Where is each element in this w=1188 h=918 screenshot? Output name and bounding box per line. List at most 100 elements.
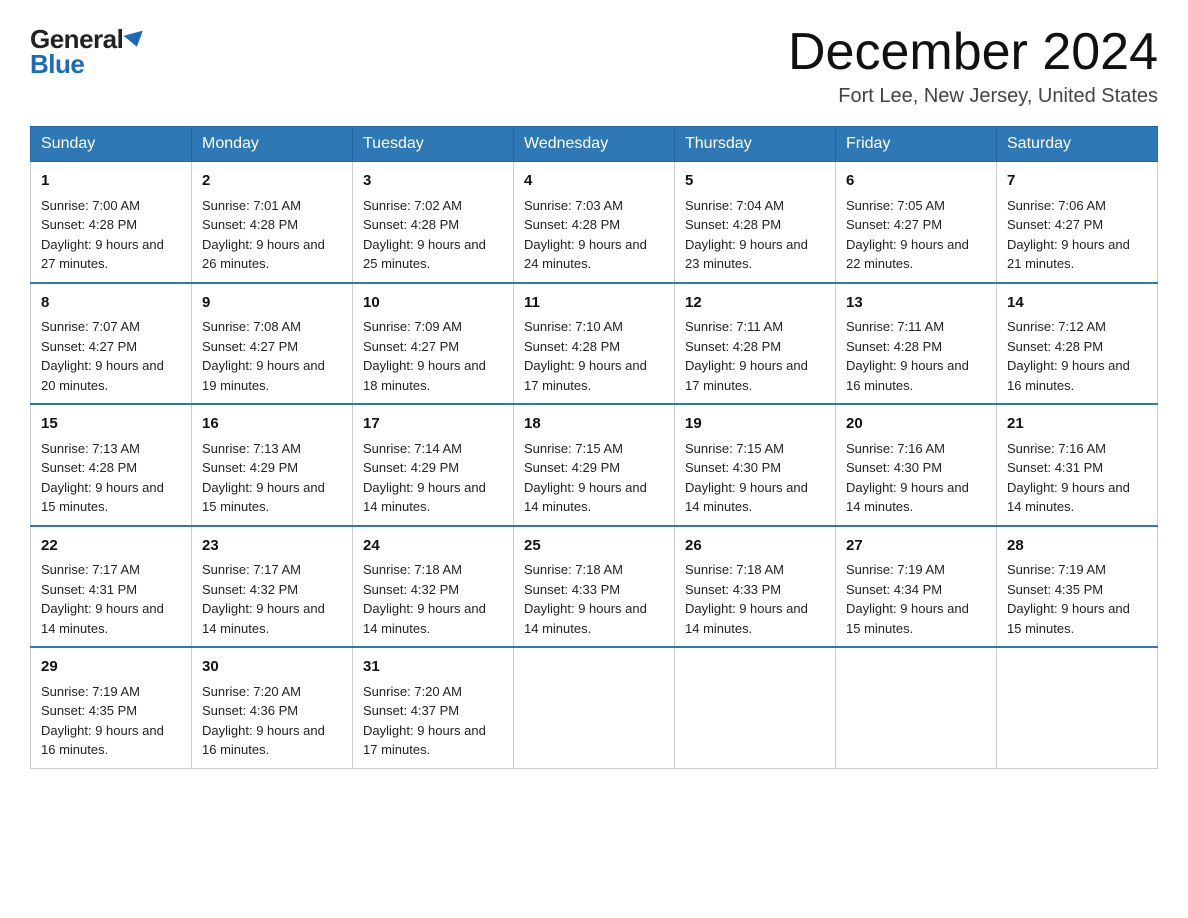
day-info: Sunrise: 7:00 AMSunset: 4:28 PMDaylight:… bbox=[41, 198, 164, 272]
calendar-cell: 15 Sunrise: 7:13 AMSunset: 4:28 PMDaylig… bbox=[31, 404, 192, 526]
month-year-title: December 2024 bbox=[788, 24, 1158, 81]
day-number: 8 bbox=[41, 292, 181, 315]
day-number: 16 bbox=[202, 413, 342, 436]
day-number: 11 bbox=[524, 292, 664, 315]
calendar-cell: 5 Sunrise: 7:04 AMSunset: 4:28 PMDayligh… bbox=[675, 162, 836, 283]
day-number: 22 bbox=[41, 535, 181, 558]
day-info: Sunrise: 7:01 AMSunset: 4:28 PMDaylight:… bbox=[202, 198, 325, 272]
calendar-cell: 18 Sunrise: 7:15 AMSunset: 4:29 PMDaylig… bbox=[514, 404, 675, 526]
day-info: Sunrise: 7:10 AMSunset: 4:28 PMDaylight:… bbox=[524, 319, 647, 393]
calendar-cell bbox=[514, 647, 675, 768]
day-number: 21 bbox=[1007, 413, 1147, 436]
calendar-cell: 22 Sunrise: 7:17 AMSunset: 4:31 PMDaylig… bbox=[31, 526, 192, 648]
day-info: Sunrise: 7:15 AMSunset: 4:29 PMDaylight:… bbox=[524, 441, 647, 515]
calendar-cell: 2 Sunrise: 7:01 AMSunset: 4:28 PMDayligh… bbox=[192, 162, 353, 283]
day-number: 19 bbox=[685, 413, 825, 436]
day-number: 30 bbox=[202, 656, 342, 679]
day-number: 1 bbox=[41, 170, 181, 193]
location-subtitle: Fort Lee, New Jersey, United States bbox=[788, 85, 1158, 108]
calendar-cell: 11 Sunrise: 7:10 AMSunset: 4:28 PMDaylig… bbox=[514, 283, 675, 405]
calendar-cell: 25 Sunrise: 7:18 AMSunset: 4:33 PMDaylig… bbox=[514, 526, 675, 648]
calendar-cell: 28 Sunrise: 7:19 AMSunset: 4:35 PMDaylig… bbox=[997, 526, 1158, 648]
day-number: 13 bbox=[846, 292, 986, 315]
day-info: Sunrise: 7:06 AMSunset: 4:27 PMDaylight:… bbox=[1007, 198, 1130, 272]
calendar-cell: 13 Sunrise: 7:11 AMSunset: 4:28 PMDaylig… bbox=[836, 283, 997, 405]
day-number: 18 bbox=[524, 413, 664, 436]
day-info: Sunrise: 7:19 AMSunset: 4:35 PMDaylight:… bbox=[41, 684, 164, 758]
week-row-2: 8 Sunrise: 7:07 AMSunset: 4:27 PMDayligh… bbox=[31, 283, 1158, 405]
day-number: 5 bbox=[685, 170, 825, 193]
day-info: Sunrise: 7:07 AMSunset: 4:27 PMDaylight:… bbox=[41, 319, 164, 393]
day-info: Sunrise: 7:18 AMSunset: 4:33 PMDaylight:… bbox=[524, 562, 647, 636]
calendar-cell bbox=[675, 647, 836, 768]
weekday-header-sunday: Sunday bbox=[31, 127, 192, 162]
calendar-cell: 12 Sunrise: 7:11 AMSunset: 4:28 PMDaylig… bbox=[675, 283, 836, 405]
day-number: 29 bbox=[41, 656, 181, 679]
logo-triangle-icon bbox=[124, 30, 147, 49]
day-info: Sunrise: 7:20 AMSunset: 4:36 PMDaylight:… bbox=[202, 684, 325, 758]
day-number: 10 bbox=[363, 292, 503, 315]
day-info: Sunrise: 7:13 AMSunset: 4:29 PMDaylight:… bbox=[202, 441, 325, 515]
day-number: 20 bbox=[846, 413, 986, 436]
day-info: Sunrise: 7:05 AMSunset: 4:27 PMDaylight:… bbox=[846, 198, 969, 272]
week-row-5: 29 Sunrise: 7:19 AMSunset: 4:35 PMDaylig… bbox=[31, 647, 1158, 768]
day-number: 31 bbox=[363, 656, 503, 679]
day-info: Sunrise: 7:16 AMSunset: 4:30 PMDaylight:… bbox=[846, 441, 969, 515]
day-number: 2 bbox=[202, 170, 342, 193]
logo-blue-text: Blue bbox=[30, 49, 84, 80]
calendar-cell bbox=[997, 647, 1158, 768]
day-number: 4 bbox=[524, 170, 664, 193]
day-info: Sunrise: 7:14 AMSunset: 4:29 PMDaylight:… bbox=[363, 441, 486, 515]
calendar-cell: 9 Sunrise: 7:08 AMSunset: 4:27 PMDayligh… bbox=[192, 283, 353, 405]
day-info: Sunrise: 7:19 AMSunset: 4:34 PMDaylight:… bbox=[846, 562, 969, 636]
calendar-cell: 16 Sunrise: 7:13 AMSunset: 4:29 PMDaylig… bbox=[192, 404, 353, 526]
calendar-cell: 3 Sunrise: 7:02 AMSunset: 4:28 PMDayligh… bbox=[353, 162, 514, 283]
day-info: Sunrise: 7:15 AMSunset: 4:30 PMDaylight:… bbox=[685, 441, 808, 515]
calendar-cell: 31 Sunrise: 7:20 AMSunset: 4:37 PMDaylig… bbox=[353, 647, 514, 768]
week-row-3: 15 Sunrise: 7:13 AMSunset: 4:28 PMDaylig… bbox=[31, 404, 1158, 526]
day-number: 7 bbox=[1007, 170, 1147, 193]
weekday-header-row: SundayMondayTuesdayWednesdayThursdayFrid… bbox=[31, 127, 1158, 162]
day-info: Sunrise: 7:18 AMSunset: 4:32 PMDaylight:… bbox=[363, 562, 486, 636]
day-number: 24 bbox=[363, 535, 503, 558]
day-info: Sunrise: 7:18 AMSunset: 4:33 PMDaylight:… bbox=[685, 562, 808, 636]
calendar-cell: 17 Sunrise: 7:14 AMSunset: 4:29 PMDaylig… bbox=[353, 404, 514, 526]
day-info: Sunrise: 7:04 AMSunset: 4:28 PMDaylight:… bbox=[685, 198, 808, 272]
calendar-cell: 29 Sunrise: 7:19 AMSunset: 4:35 PMDaylig… bbox=[31, 647, 192, 768]
weekday-header-thursday: Thursday bbox=[675, 127, 836, 162]
calendar-cell: 27 Sunrise: 7:19 AMSunset: 4:34 PMDaylig… bbox=[836, 526, 997, 648]
day-number: 17 bbox=[363, 413, 503, 436]
day-info: Sunrise: 7:12 AMSunset: 4:28 PMDaylight:… bbox=[1007, 319, 1130, 393]
weekday-header-monday: Monday bbox=[192, 127, 353, 162]
week-row-4: 22 Sunrise: 7:17 AMSunset: 4:31 PMDaylig… bbox=[31, 526, 1158, 648]
day-number: 23 bbox=[202, 535, 342, 558]
day-info: Sunrise: 7:17 AMSunset: 4:32 PMDaylight:… bbox=[202, 562, 325, 636]
calendar-cell: 20 Sunrise: 7:16 AMSunset: 4:30 PMDaylig… bbox=[836, 404, 997, 526]
calendar-cell bbox=[836, 647, 997, 768]
day-info: Sunrise: 7:11 AMSunset: 4:28 PMDaylight:… bbox=[846, 319, 969, 393]
weekday-header-tuesday: Tuesday bbox=[353, 127, 514, 162]
week-row-1: 1 Sunrise: 7:00 AMSunset: 4:28 PMDayligh… bbox=[31, 162, 1158, 283]
calendar-cell: 1 Sunrise: 7:00 AMSunset: 4:28 PMDayligh… bbox=[31, 162, 192, 283]
day-info: Sunrise: 7:16 AMSunset: 4:31 PMDaylight:… bbox=[1007, 441, 1130, 515]
day-number: 14 bbox=[1007, 292, 1147, 315]
calendar-table: SundayMondayTuesdayWednesdayThursdayFrid… bbox=[30, 126, 1158, 769]
day-number: 12 bbox=[685, 292, 825, 315]
day-info: Sunrise: 7:02 AMSunset: 4:28 PMDaylight:… bbox=[363, 198, 486, 272]
day-info: Sunrise: 7:09 AMSunset: 4:27 PMDaylight:… bbox=[363, 319, 486, 393]
weekday-header-saturday: Saturday bbox=[997, 127, 1158, 162]
logo: General Blue bbox=[30, 24, 145, 80]
day-number: 26 bbox=[685, 535, 825, 558]
page-header: General Blue December 2024 Fort Lee, New… bbox=[30, 24, 1158, 108]
calendar-cell: 24 Sunrise: 7:18 AMSunset: 4:32 PMDaylig… bbox=[353, 526, 514, 648]
calendar-cell: 6 Sunrise: 7:05 AMSunset: 4:27 PMDayligh… bbox=[836, 162, 997, 283]
day-number: 15 bbox=[41, 413, 181, 436]
day-info: Sunrise: 7:03 AMSunset: 4:28 PMDaylight:… bbox=[524, 198, 647, 272]
weekday-header-friday: Friday bbox=[836, 127, 997, 162]
day-number: 6 bbox=[846, 170, 986, 193]
calendar-cell: 8 Sunrise: 7:07 AMSunset: 4:27 PMDayligh… bbox=[31, 283, 192, 405]
calendar-cell: 19 Sunrise: 7:15 AMSunset: 4:30 PMDaylig… bbox=[675, 404, 836, 526]
calendar-cell: 10 Sunrise: 7:09 AMSunset: 4:27 PMDaylig… bbox=[353, 283, 514, 405]
calendar-cell: 4 Sunrise: 7:03 AMSunset: 4:28 PMDayligh… bbox=[514, 162, 675, 283]
calendar-cell: 7 Sunrise: 7:06 AMSunset: 4:27 PMDayligh… bbox=[997, 162, 1158, 283]
